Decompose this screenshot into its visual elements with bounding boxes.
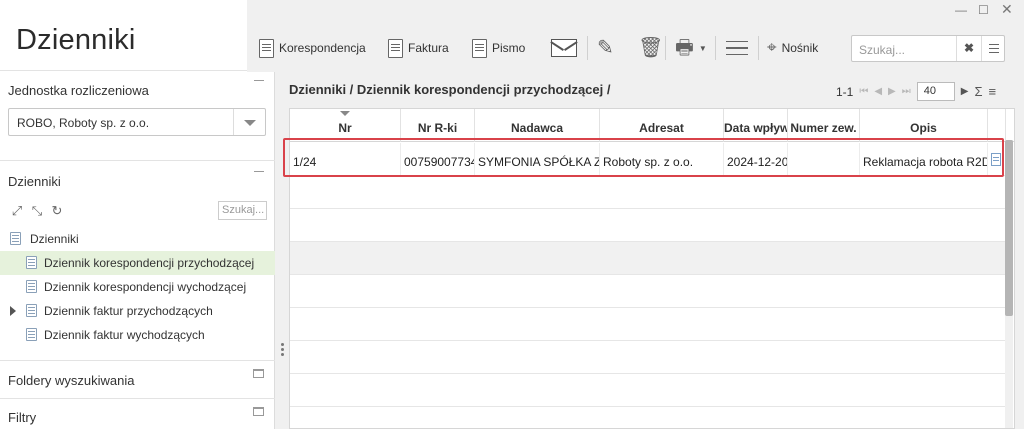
table-row xyxy=(290,341,1006,374)
trash-icon: 🗑 xyxy=(638,37,664,59)
grid-scrollbar[interactable] xyxy=(1005,140,1013,428)
korespondencja-label: Korespondencja xyxy=(279,41,366,55)
sort-desc-icon xyxy=(340,111,350,116)
nosnik-label: Nośnik xyxy=(781,41,819,55)
unit-select-value: ROBO, Roboty sp. z o.o. xyxy=(17,116,150,130)
search-options-button[interactable] xyxy=(981,36,1005,61)
hamburger-icon xyxy=(726,41,748,55)
pismo-button[interactable]: Pismo xyxy=(472,36,525,60)
pencil-icon: ✎ xyxy=(597,37,614,59)
columns-menu-icon[interactable]: ≡ xyxy=(989,84,997,99)
tree-root-dzienniki[interactable]: Dzienniki xyxy=(0,227,275,251)
unit-section-label: Jednostka rozliczeniowa xyxy=(8,83,149,98)
table-row xyxy=(290,242,1006,275)
close-icon[interactable]: ✕ xyxy=(1001,1,1013,18)
toolbar: — ☐ ✕ Korespondencja Faktura Pismo ✎ 🗑 🖶… xyxy=(247,0,1024,72)
record-range: 1-1 xyxy=(836,84,854,99)
last-page-icon[interactable]: ⏭ xyxy=(902,86,911,97)
delete-button[interactable]: 🗑 xyxy=(638,36,663,60)
filters-label[interactable]: Filtry xyxy=(8,410,36,425)
divider xyxy=(0,360,275,361)
app-title: Dzienniki xyxy=(16,24,136,56)
journal-icon xyxy=(10,232,21,245)
table-row xyxy=(290,407,1006,428)
clear-icon[interactable]: ✖ xyxy=(956,36,981,61)
tree-item-incoming-correspondence[interactable]: Dziennik korespondencji przychodzącej xyxy=(0,251,275,275)
tree-item-label: Dziennik korespondencji wychodzącej xyxy=(44,280,247,294)
journals-section-label: Dzienniki xyxy=(8,174,61,189)
printer-icon: 🖶 xyxy=(675,37,694,59)
faktura-button[interactable]: Faktura xyxy=(388,36,449,60)
panel-splitter-handle[interactable] xyxy=(281,343,285,357)
search-placeholder: Szukaj... xyxy=(859,43,906,57)
prev-page-icon[interactable]: ◀ xyxy=(874,86,882,97)
tree-item-outgoing-correspondence[interactable]: Dziennik korespondencji wychodzącej xyxy=(0,275,275,299)
divider xyxy=(0,398,275,399)
table-row xyxy=(290,275,1006,308)
collapse-icon[interactable] xyxy=(254,80,264,81)
invoice-icon xyxy=(388,38,403,58)
tree-item-label: Dziennik korespondencji przychodzącej xyxy=(44,256,255,270)
table-row xyxy=(290,308,1006,341)
refresh-icon[interactable]: ↻ xyxy=(50,203,64,219)
table-row xyxy=(290,209,1006,242)
tree-item-label: Dziennik faktur przychodzących xyxy=(44,304,213,318)
tree-item-label: Dziennik faktur wychodzących xyxy=(44,328,205,342)
journal-icon xyxy=(26,280,37,293)
unit-select[interactable]: ROBO, Roboty sp. z o.o. xyxy=(8,108,266,136)
expand-panel-icon[interactable] xyxy=(253,407,264,416)
go-icon[interactable]: ▶ xyxy=(961,86,969,97)
korespondencja-button[interactable]: Korespondencja xyxy=(259,36,366,60)
toolbar-separator xyxy=(665,36,666,60)
journal-icon xyxy=(26,256,37,269)
expand-all-icon[interactable]: ⤢ xyxy=(10,203,24,219)
email-button[interactable] xyxy=(551,36,577,60)
pismo-label: Pismo xyxy=(492,41,526,55)
faktura-label: Faktura xyxy=(408,41,449,55)
tag-icon: ⌖ xyxy=(767,38,777,57)
scrollbar-thumb[interactable] xyxy=(1005,140,1013,316)
divider xyxy=(0,160,275,161)
first-page-icon[interactable]: ⏮ xyxy=(859,86,868,97)
pager: 1-1 ⏮ ◀ ▶ ⏭ 40 ▶ Σ ≡ xyxy=(836,82,996,101)
journal-icon xyxy=(26,304,37,317)
search-input[interactable]: Szukaj... ✖ xyxy=(851,35,1005,62)
chevron-down-icon[interactable] xyxy=(233,109,265,135)
tree-tools: ⤢ ⤡ ↻ xyxy=(10,203,64,219)
breadcrumb: Dzienniki / Dziennik korespondencji przy… xyxy=(289,82,611,97)
nosnik-button[interactable]: ⌖ Nośnik xyxy=(767,36,818,60)
document-icon xyxy=(259,38,274,58)
next-page-icon[interactable]: ▶ xyxy=(888,86,896,97)
sidebar: Dzienniki Jednostka rozliczeniowa ROBO, … xyxy=(0,0,275,429)
divider xyxy=(0,70,275,71)
tree-item-outgoing-invoices[interactable]: Dziennik faktur wychodzących xyxy=(0,323,275,347)
tree-item-label: Dzienniki xyxy=(30,232,79,246)
edit-button[interactable]: ✎ xyxy=(597,36,614,60)
maximize-icon[interactable]: ☐ xyxy=(978,3,989,17)
row-highlight-annotation xyxy=(283,138,1004,177)
more-menu-button[interactable] xyxy=(726,36,748,60)
caret-down-icon: ▼ xyxy=(698,43,707,53)
tree-search-input[interactable]: Szukaj... xyxy=(218,201,267,220)
search-folders-label[interactable]: Foldery wyszukiwania xyxy=(8,373,134,388)
collapse-icon[interactable] xyxy=(254,171,264,172)
toolbar-separator xyxy=(758,36,759,60)
minimize-icon[interactable]: — xyxy=(955,3,967,17)
table-row xyxy=(290,374,1006,407)
journal-icon xyxy=(26,328,37,341)
tree-item-incoming-invoices[interactable]: Dziennik faktur przychodzących xyxy=(0,299,275,323)
expand-panel-icon[interactable] xyxy=(253,369,264,378)
toolbar-separator xyxy=(587,36,588,60)
menu-icon xyxy=(989,44,999,53)
letter-add-icon xyxy=(472,38,487,58)
page-size-input[interactable]: 40 xyxy=(916,82,955,101)
print-button[interactable]: 🖶 ▼ xyxy=(675,36,707,60)
expand-arrow-icon[interactable] xyxy=(10,306,16,316)
mail-icon xyxy=(551,39,577,57)
collapse-all-icon[interactable]: ⤡ xyxy=(30,203,44,219)
table-row xyxy=(290,176,1006,209)
toolbar-separator xyxy=(715,36,716,60)
sum-icon[interactable]: Σ xyxy=(974,84,982,99)
